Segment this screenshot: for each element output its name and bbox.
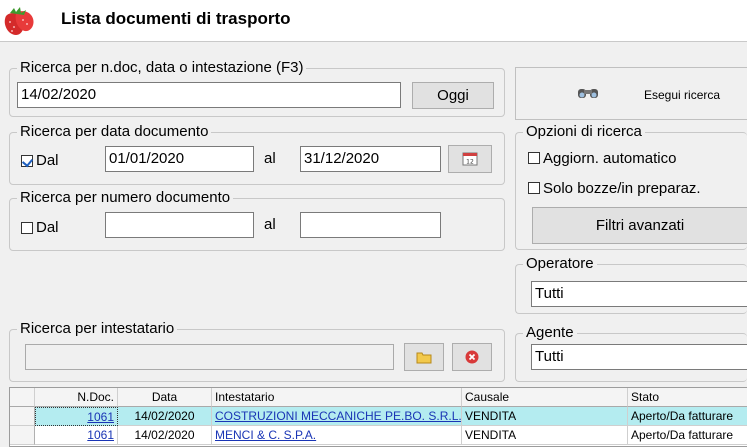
cell-data[interactable]: 14/02/2020	[118, 426, 212, 445]
auto-update-label: Aggiorn. automatico	[543, 150, 677, 167]
today-button[interactable]: Oggi	[412, 82, 494, 109]
date-from-checkbox[interactable]	[21, 155, 33, 167]
intestatario-link[interactable]: COSTRUZIONI MECCANICHE PE.BO. S.R.L.	[215, 409, 461, 423]
column-header-intestatario[interactable]: Intestatario	[212, 388, 462, 407]
holder-clear-button[interactable]	[452, 343, 492, 371]
quick-search-input[interactable]: 14/02/2020	[17, 82, 401, 108]
column-header-data[interactable]: Data	[118, 388, 212, 407]
row-selector[interactable]	[10, 407, 35, 426]
agent-legend: Agente	[523, 324, 577, 342]
intestatario-link[interactable]: MENCI & C. S.P.A.	[215, 428, 316, 442]
cell-ndoc[interactable]: 1061	[35, 426, 118, 445]
column-header-ndoc[interactable]: N.Doc.	[35, 388, 118, 407]
number-from-label: Dal	[36, 219, 59, 236]
column-header-stato[interactable]: Stato	[628, 388, 747, 407]
number-search-legend: Ricerca per numero documento	[17, 189, 234, 207]
strawberry-icon	[4, 7, 34, 35]
operator-legend: Operatore	[523, 255, 597, 273]
run-search-button[interactable]: Esegui ricerca	[515, 67, 747, 120]
row-header-corner	[10, 388, 35, 407]
cell-causale[interactable]: VENDITA	[462, 407, 628, 426]
table-row[interactable]: 1061 14/02/2020 MENCI & C. S.P.A. VENDIT…	[10, 426, 747, 445]
auto-update-checkbox[interactable]	[528, 152, 540, 164]
cell-data[interactable]: 14/02/2020	[118, 407, 212, 426]
cell-intestatario[interactable]: COSTRUZIONI MECCANICHE PE.BO. S.R.L.	[212, 407, 462, 426]
calendar-icon: 12	[462, 152, 478, 166]
advanced-filters-button[interactable]: Filtri avanzati	[532, 207, 747, 244]
cell-causale[interactable]: VENDITA	[462, 426, 628, 445]
date-from-label: Dal	[36, 152, 59, 169]
row-selector[interactable]	[10, 426, 35, 445]
date-from-field[interactable]: 01/01/2020	[105, 146, 254, 172]
date-to-label: al	[264, 150, 276, 167]
table-header-row: N.Doc. Data Intestatario Causale Stato	[10, 388, 747, 407]
holder-field[interactable]	[25, 344, 394, 370]
cell-stato[interactable]: Aperto/Da fatturare	[628, 407, 747, 426]
number-from-field[interactable]	[105, 212, 254, 238]
drafts-only-label: Solo bozze/in preparaz.	[543, 180, 701, 197]
number-to-label: al	[264, 216, 276, 233]
date-search-legend: Ricerca per data documento	[17, 123, 212, 141]
page-title: Lista documenti di trasporto	[61, 9, 291, 28]
holder-browse-button[interactable]	[404, 343, 444, 371]
advanced-filters-label: Filtri avanzati	[595, 217, 685, 234]
table-row[interactable]: 1061 14/02/2020 COSTRUZIONI MECCANICHE P…	[10, 407, 747, 426]
ndoc-link[interactable]: 1061	[87, 428, 114, 442]
cell-stato[interactable]: Aperto/Da fatturare	[628, 426, 747, 445]
drafts-only-checkbox[interactable]	[528, 182, 540, 194]
operator-select[interactable]: Tutti	[531, 281, 747, 307]
svg-text:12: 12	[466, 159, 474, 166]
number-from-checkbox[interactable]	[21, 222, 33, 234]
cell-intestatario[interactable]: MENCI & C. S.P.A.	[212, 426, 462, 445]
date-to-field[interactable]: 31/12/2020	[300, 146, 441, 172]
cell-ndoc[interactable]: 1061	[35, 407, 118, 426]
number-to-field[interactable]	[300, 212, 441, 238]
folder-icon	[416, 352, 432, 364]
ndoc-link[interactable]: 1061	[87, 410, 114, 424]
documents-table: N.Doc. Data Intestatario Causale Stato 1…	[9, 387, 747, 447]
calendar-button[interactable]: 12	[448, 145, 492, 173]
quick-search-legend: Ricerca per n.doc, data o intestazione (…	[17, 59, 307, 77]
binoculars-icon	[578, 89, 598, 98]
column-header-causale[interactable]: Causale	[462, 388, 628, 407]
window-header: Lista documenti di trasporto	[0, 0, 747, 42]
clear-icon	[465, 350, 479, 364]
today-button-label: Oggi	[437, 87, 469, 104]
run-search-label: Esegui ricerca	[644, 88, 721, 102]
holder-search-legend: Ricerca per intestatario	[17, 320, 178, 338]
agent-select[interactable]: Tutti	[531, 344, 747, 370]
options-legend: Opzioni di ricerca	[523, 123, 645, 141]
